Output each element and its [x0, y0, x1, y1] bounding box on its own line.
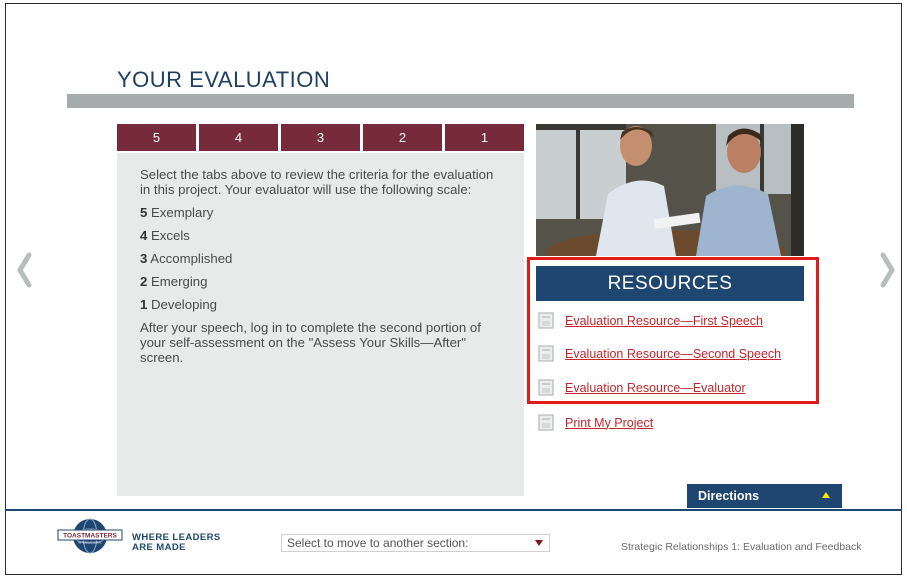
title-divider [67, 94, 854, 108]
file-icon [538, 414, 554, 431]
dropdown-arrow-icon [529, 535, 549, 551]
scale-item: 3 Accomplished [140, 251, 504, 266]
scale-number: 1 [140, 297, 148, 312]
scale-item: 1 Developing [140, 297, 504, 312]
scale-number: 3 [140, 251, 148, 266]
section-select-label: Select to move to another section: [287, 536, 469, 550]
page-title: YOUR EVALUATION [117, 67, 331, 92]
resource-link-second-speech[interactable]: Evaluation Resource—Second Speech [538, 345, 781, 362]
scale-number: 2 [140, 274, 148, 289]
scale-number: 5 [140, 205, 148, 220]
business-meeting-photo [536, 124, 804, 256]
resources-heading: RESOURCES [536, 266, 804, 301]
chevron-right-icon [880, 252, 895, 288]
scale-item: 4 Excels [140, 228, 504, 243]
print-project-label[interactable]: Print My Project [565, 416, 653, 430]
scale-label: Developing [151, 297, 217, 312]
logo-subtext: INTERNATIONAL [78, 541, 102, 545]
file-icon [538, 379, 554, 396]
tab-5[interactable]: 5 [117, 124, 196, 151]
scale-label: Emerging [151, 274, 208, 289]
footer-divider [5, 509, 902, 511]
scale-label: Exemplary [151, 205, 214, 220]
previous-slide-arrow[interactable] [12, 252, 36, 288]
resource-link-label[interactable]: Evaluation Resource—Second Speech [565, 347, 781, 361]
scale-item: 2 Emerging [140, 274, 504, 289]
logo-text: TOASTMASTERS [63, 533, 117, 540]
course-title: Strategic Relationships 1: Evaluation an… [621, 541, 862, 553]
evaluation-panel: Select the tabs above to review the crit… [117, 153, 524, 496]
file-icon [538, 345, 554, 362]
tab-3[interactable]: 3 [281, 124, 360, 151]
scale-number: 4 [140, 228, 148, 243]
panel-intro: Select the tabs above to review the crit… [140, 167, 494, 197]
resource-link-label[interactable]: Evaluation Resource—First Speech [565, 314, 763, 328]
scale-item: 5 Exemplary [140, 205, 504, 220]
directions-button[interactable]: Directions [687, 484, 842, 508]
print-project-link[interactable]: Print My Project [538, 414, 653, 431]
next-slide-arrow[interactable] [876, 252, 900, 288]
scale-label: Accomplished [150, 251, 233, 266]
caret-up-icon [822, 492, 830, 498]
resource-link-first-speech[interactable]: Evaluation Resource—First Speech [538, 312, 763, 329]
tab-1[interactable]: 1 [445, 124, 524, 151]
file-icon [538, 312, 554, 329]
rating-tabs: 5 4 3 2 1 [117, 124, 524, 151]
tagline: WHERE LEADERS ARE MADE [132, 533, 221, 553]
chevron-left-icon [17, 252, 32, 288]
tab-2[interactable]: 2 [363, 124, 442, 151]
panel-outro: After your speech, log in to complete th… [140, 320, 481, 365]
toastmasters-logo: TOASTMASTERS INTERNATIONAL [57, 518, 123, 554]
scale-label: Excels [151, 228, 190, 243]
resource-link-label[interactable]: Evaluation Resource—Evaluator [565, 381, 746, 395]
tab-4[interactable]: 4 [199, 124, 278, 151]
tagline-line-2: ARE MADE [132, 542, 186, 553]
section-select-dropdown[interactable]: Select to move to another section: [281, 534, 550, 552]
resource-link-evaluator[interactable]: Evaluation Resource—Evaluator [538, 379, 746, 396]
directions-label: Directions [698, 489, 760, 503]
